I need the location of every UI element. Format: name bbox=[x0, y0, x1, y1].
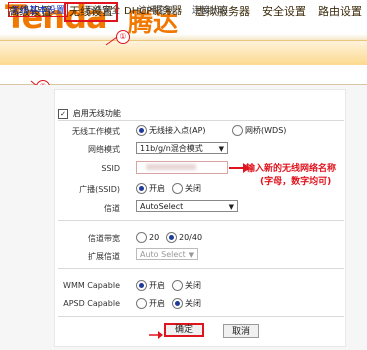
channel-value: AutoSelect bbox=[140, 202, 184, 211]
broadcast-off[interactable]: 关闭 bbox=[172, 183, 201, 194]
cancel-button[interactable]: 取消 bbox=[223, 324, 259, 338]
subnav-wireless-basic[interactable]: 无线基本设置 bbox=[8, 2, 69, 17]
bandwidth-20-40-label: 20/40 bbox=[179, 233, 203, 242]
divider bbox=[58, 316, 344, 317]
network-mode-select[interactable]: 11b/g/n混合模式 ▼ bbox=[136, 142, 228, 154]
main-nav bbox=[0, 40, 367, 66]
ssid-redacted-value bbox=[146, 164, 196, 170]
network-mode-label: 网络模式 bbox=[88, 145, 120, 154]
work-mode-ap-label: 无线接入点(AP) bbox=[149, 126, 206, 135]
bandwidth-20-radio[interactable] bbox=[136, 232, 147, 243]
work-mode-label: 无线工作模式 bbox=[72, 127, 120, 136]
wmm-off-radio[interactable] bbox=[172, 280, 183, 291]
work-mode-ap-radio[interactable] bbox=[136, 125, 147, 136]
broadcast-on[interactable]: 开启 bbox=[136, 183, 165, 194]
apsd-on-label: 开启 bbox=[149, 299, 165, 308]
divider bbox=[58, 220, 344, 221]
wmm-off[interactable]: 关闭 bbox=[172, 280, 201, 291]
channel-bandwidth-label: 信道带宽 bbox=[88, 234, 120, 243]
wmm-on[interactable]: 开启 bbox=[136, 280, 165, 291]
ssid-annotation-line1: 输入新的无线网络名称 bbox=[246, 164, 337, 174]
apsd-off[interactable]: 关闭 bbox=[172, 298, 201, 309]
broadcast-off-label: 关闭 bbox=[185, 184, 201, 193]
chevron-down-icon: ▼ bbox=[228, 203, 234, 211]
enable-wireless-checkbox[interactable]: ✓ bbox=[58, 108, 68, 119]
network-mode-value: 11b/g/n混合模式 bbox=[140, 144, 203, 153]
chevron-down-icon: ▼ bbox=[188, 251, 194, 259]
work-mode-wds[interactable]: 网桥(WDS) bbox=[232, 125, 286, 136]
ok-button[interactable]: 确定 bbox=[164, 323, 204, 337]
bandwidth-20-40[interactable]: 20/40 bbox=[166, 232, 202, 243]
apsd-on[interactable]: 开启 bbox=[136, 298, 165, 309]
divider bbox=[58, 120, 344, 121]
apsd-capable-label: APSD Capable bbox=[63, 299, 120, 308]
step-1-pointer bbox=[105, 36, 118, 46]
work-mode-ap[interactable]: 无线接入点(AP) bbox=[136, 125, 206, 136]
nav-security-settings[interactable]: 安全设置 bbox=[262, 4, 306, 20]
chevron-down-icon: ▼ bbox=[218, 145, 224, 153]
work-mode-wds-radio[interactable] bbox=[232, 125, 243, 136]
wmm-on-label: 开启 bbox=[149, 281, 165, 290]
step-1-badge: ① bbox=[116, 30, 130, 44]
apsd-off-label: 关闭 bbox=[185, 299, 201, 308]
extension-channel-label: 扩展信道 bbox=[88, 252, 120, 261]
ok-pointer-arrow bbox=[149, 331, 163, 339]
bandwidth-20-40-radio[interactable] bbox=[166, 232, 177, 243]
wmm-capable-label: WMM Capable bbox=[63, 281, 120, 290]
channel-label: 信道 bbox=[104, 204, 120, 213]
sub-nav bbox=[0, 65, 367, 85]
ssid-annotation-line2: (字母，数字均可) bbox=[260, 177, 332, 187]
apsd-off-radio[interactable] bbox=[172, 298, 183, 309]
enable-wireless-label: 启用无线功能 bbox=[72, 109, 121, 118]
bandwidth-20[interactable]: 20 bbox=[136, 232, 159, 243]
wmm-off-label: 关闭 bbox=[185, 281, 201, 290]
bandwidth-20-label: 20 bbox=[149, 233, 160, 242]
ssid-label: SSID bbox=[101, 164, 120, 173]
broadcast-ssid-label: 广播(SSID) bbox=[79, 185, 120, 194]
broadcast-on-radio[interactable] bbox=[136, 183, 147, 194]
channel-select[interactable]: AutoSelect ▼ bbox=[136, 200, 238, 212]
divider bbox=[58, 268, 344, 269]
wmm-on-radio[interactable] bbox=[136, 280, 147, 291]
extension-channel-value: Auto Select bbox=[140, 250, 186, 259]
enable-wireless-row: ✓ 启用无线功能 bbox=[58, 108, 121, 119]
work-mode-wds-label: 网桥(WDS) bbox=[245, 126, 287, 135]
subnav-wireless-security[interactable]: 无线安全 bbox=[84, 3, 120, 16]
nav-routing-settings[interactable]: 路由设置 bbox=[318, 4, 362, 20]
subnav-connection-status[interactable]: 连接状态 bbox=[192, 3, 228, 16]
broadcast-on-label: 开启 bbox=[149, 184, 165, 193]
broadcast-off-radio[interactable] bbox=[172, 183, 183, 194]
apsd-on-radio[interactable] bbox=[136, 298, 147, 309]
subnav-access-control[interactable]: 访问控制 bbox=[138, 3, 174, 16]
extension-channel-select: Auto Select ▼ bbox=[136, 248, 198, 260]
